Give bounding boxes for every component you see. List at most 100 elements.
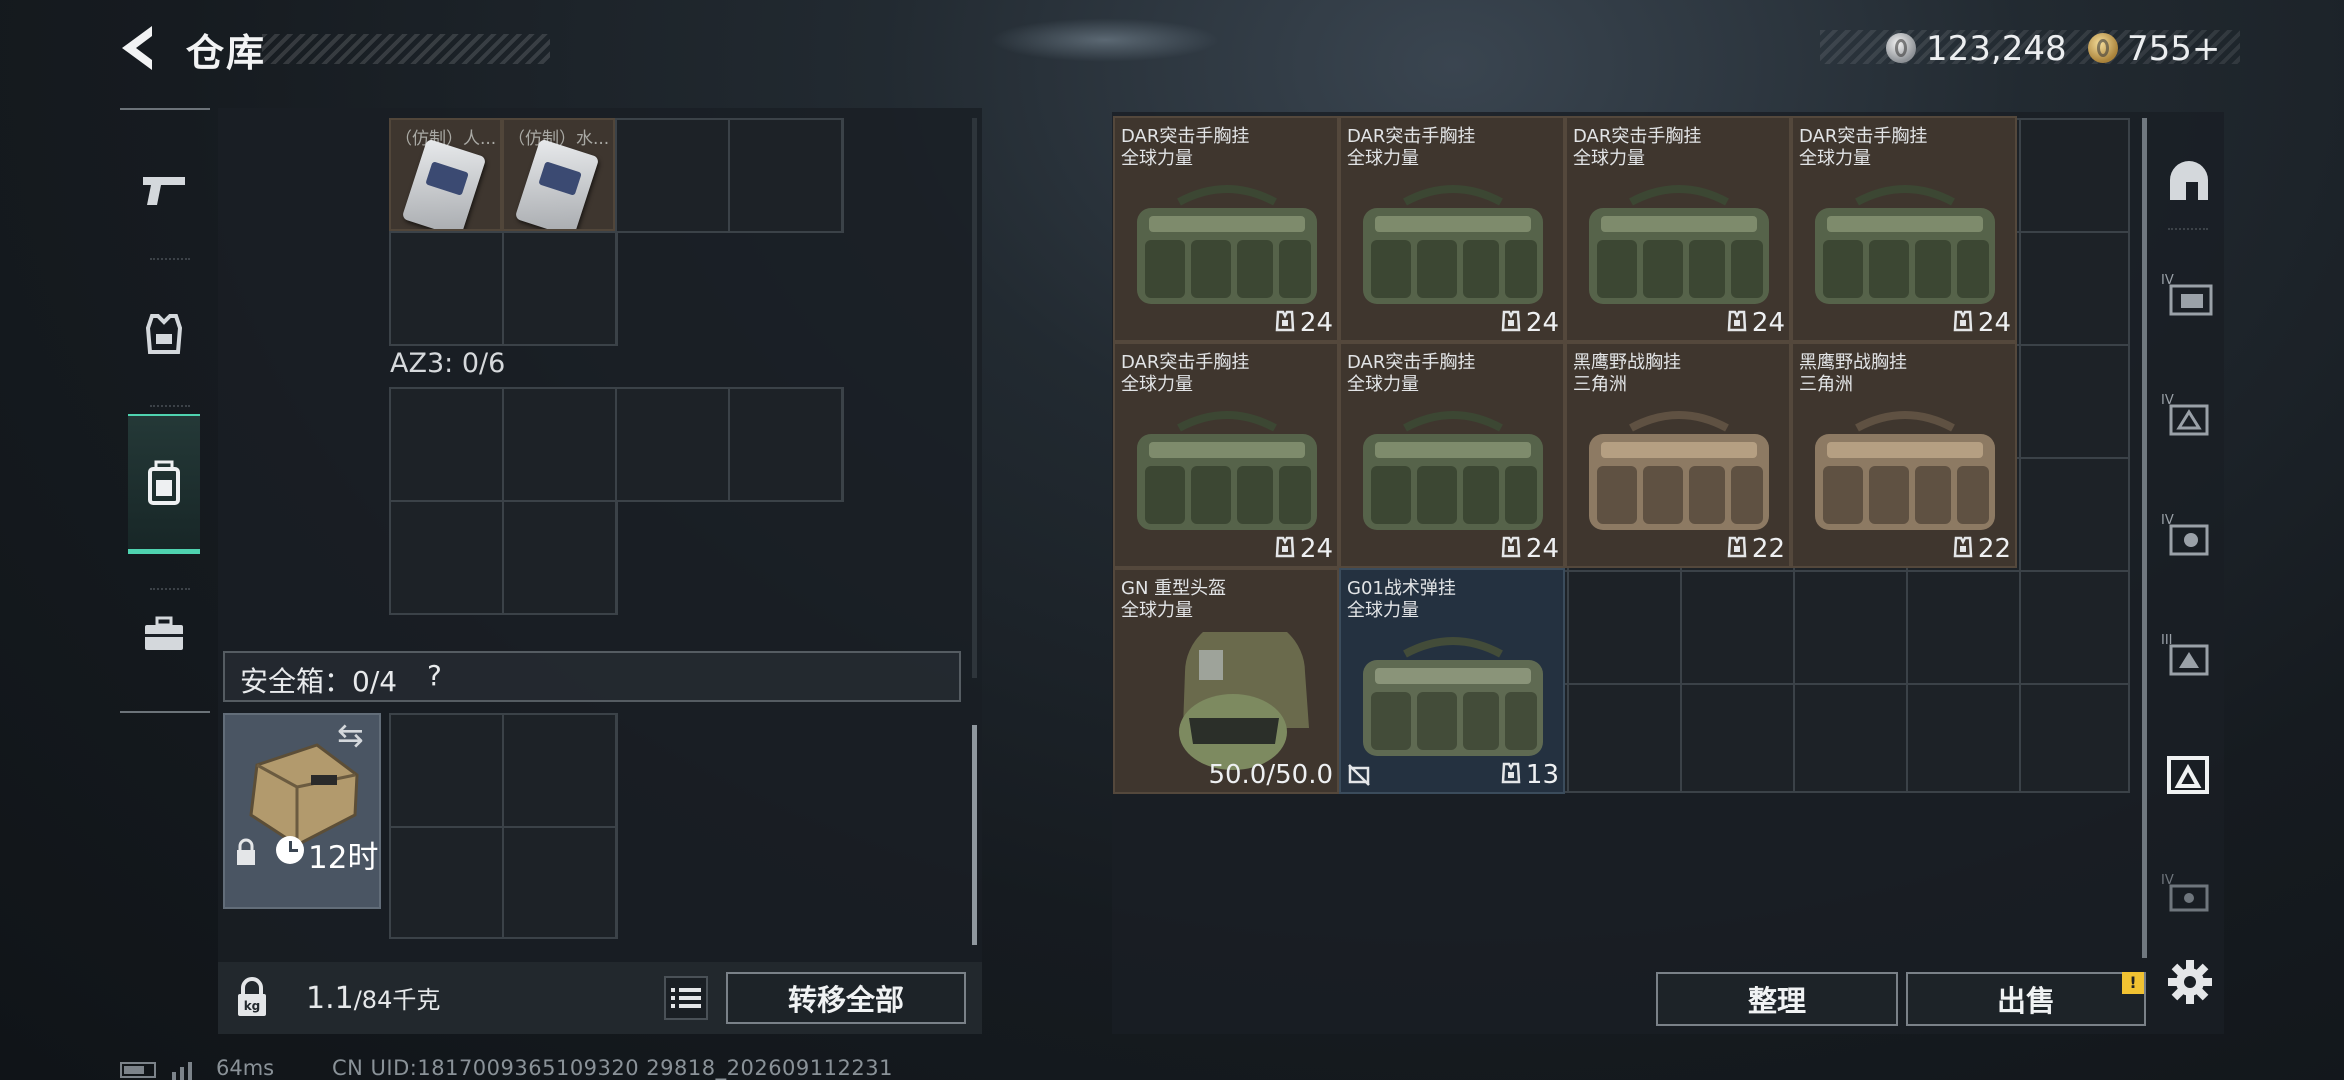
keycard-icon bbox=[514, 138, 600, 229]
chest-rig-icon bbox=[1815, 411, 1995, 530]
stash-item[interactable]: DAR突击手胸挂 全球力量 24 bbox=[1339, 116, 1565, 342]
transfer-all-button[interactable]: 转移全部 bbox=[726, 972, 966, 1024]
stash-item[interactable]: 黑鹰野战胸挂 三角洲 22 bbox=[1791, 342, 2017, 568]
filter-rig-iv[interactable]: IV bbox=[2154, 380, 2224, 450]
item-brand: 全球力量 bbox=[1347, 374, 1419, 395]
rig-selected-icon bbox=[2167, 756, 2209, 794]
item-brand: 全球力量 bbox=[1121, 600, 1193, 621]
back-chevron-icon[interactable] bbox=[112, 20, 168, 76]
page-title: 仓库 bbox=[186, 31, 267, 75]
backpack-iv-icon: IV bbox=[2161, 513, 2209, 556]
item-brand: 三角洲 bbox=[1799, 374, 1853, 395]
sort-button[interactable]: 整理 bbox=[1656, 972, 1898, 1026]
az3-grid-top[interactable] bbox=[389, 387, 844, 502]
capacity-icon bbox=[1501, 762, 1521, 784]
filter-rig-selected[interactable] bbox=[2154, 740, 2224, 810]
filter-rig-iii[interactable]: III bbox=[2154, 620, 2224, 690]
item-fake-card-2[interactable]: （仿制）水... bbox=[502, 118, 615, 231]
item-brand: 全球力量 bbox=[1573, 148, 1645, 169]
gold-coin-icon bbox=[2088, 33, 2118, 63]
silver-coin-icon bbox=[1886, 33, 1916, 63]
stash-item[interactable]: DAR突击手胸挂 全球力量 24 bbox=[1113, 116, 1339, 342]
right-scrollbar-thumb[interactable] bbox=[2142, 118, 2147, 958]
ping-readout: 64ms bbox=[216, 1056, 275, 1080]
gold-add-icon[interactable]: + bbox=[2192, 29, 2221, 69]
help-icon[interactable]: ? bbox=[427, 659, 442, 692]
item-brand: 全球力量 bbox=[1121, 148, 1193, 169]
pocket-grid-lower bbox=[389, 231, 618, 346]
nav-case[interactable] bbox=[128, 590, 200, 678]
chest-rig-icon bbox=[1589, 185, 1769, 304]
item-capacity: 13 bbox=[1525, 760, 1559, 790]
capacity-icon bbox=[1501, 310, 1521, 332]
weight-readout: 1.1/84千克 bbox=[306, 980, 440, 1016]
pistol-icon bbox=[143, 177, 185, 205]
item-capacity: 24 bbox=[1525, 534, 1559, 564]
stash-item[interactable]: DAR突击手胸挂 全球力量 24 bbox=[1339, 342, 1565, 568]
signal-icon bbox=[172, 1062, 192, 1080]
stash-item[interactable]: GN 重型头盔 全球力量 50.0/50.0 bbox=[1113, 568, 1339, 794]
filter-helmet[interactable] bbox=[2154, 146, 2224, 216]
item-brand: 全球力量 bbox=[1347, 148, 1419, 169]
weight-lock-icon[interactable]: kg bbox=[232, 976, 272, 1020]
item-capacity: 22 bbox=[1977, 534, 2011, 564]
item-capacity: 24 bbox=[1977, 308, 2011, 338]
filter-armor-iv[interactable]: IV bbox=[2154, 260, 2224, 330]
helmet-item-icon bbox=[1179, 632, 1309, 770]
weight-max: /84千克 bbox=[353, 986, 441, 1014]
az3-grid-bottom[interactable] bbox=[389, 500, 618, 615]
settings-gear-icon[interactable] bbox=[2158, 950, 2222, 1014]
nav-divider bbox=[150, 258, 190, 260]
filter-rig-iv-small[interactable]: IV bbox=[2154, 860, 2224, 930]
left-scrollbar[interactable] bbox=[972, 118, 977, 678]
capacity-icon bbox=[1727, 310, 1747, 332]
sell-button[interactable]: 出售 bbox=[1906, 972, 2146, 1026]
az3-label: AZ3: 0/6 bbox=[390, 348, 506, 379]
item-capacity: 24 bbox=[1525, 308, 1559, 338]
stash-item[interactable]: G01战术弹挂 全球力量 13 bbox=[1339, 568, 1565, 794]
item-capacity: 24 bbox=[1299, 308, 1333, 338]
safe-box-grid[interactable] bbox=[389, 713, 618, 939]
item-brand: 三角洲 bbox=[1573, 374, 1627, 395]
stash-item[interactable]: 黑鹰野战胸挂 三角洲 22 bbox=[1565, 342, 1791, 568]
clock-icon bbox=[276, 836, 304, 864]
capacity-icon bbox=[1501, 536, 1521, 558]
filter-backpack-iv[interactable]: IV bbox=[2154, 500, 2224, 570]
item-capacity: 22 bbox=[1751, 534, 1785, 564]
backpack-icon bbox=[148, 460, 180, 505]
list-view-button[interactable] bbox=[664, 976, 708, 1020]
list-icon bbox=[671, 988, 701, 1008]
nav-backpack[interactable] bbox=[128, 414, 200, 554]
chest-rig-icon bbox=[1363, 185, 1543, 304]
item-durability: 50.0/50.0 bbox=[1208, 760, 1333, 790]
capacity-icon bbox=[1275, 536, 1295, 558]
sell-warning-badge: ! bbox=[2122, 972, 2144, 994]
stash-item[interactable]: DAR突击手胸挂 全球力量 24 bbox=[1565, 116, 1791, 342]
chest-rig-icon bbox=[1137, 411, 1317, 530]
item-capacity: 24 bbox=[1751, 308, 1785, 338]
svg-text:kg: kg bbox=[244, 999, 261, 1013]
chest-rig-icon bbox=[1137, 185, 1317, 304]
capacity-icon bbox=[1275, 310, 1295, 332]
capacity-icon bbox=[1953, 310, 1973, 332]
keycard-icon bbox=[401, 138, 487, 229]
armor-iv-icon: IV bbox=[2161, 273, 2213, 316]
swap-icon[interactable]: ⇆ bbox=[337, 716, 364, 754]
chest-rig-icon bbox=[1363, 637, 1543, 756]
briefcase-icon bbox=[145, 616, 183, 650]
rig-iii-icon: III bbox=[2161, 633, 2209, 676]
item-brand: 全球力量 bbox=[1347, 600, 1419, 621]
item-brand: 全球力量 bbox=[1121, 374, 1193, 395]
chest-rig-icon bbox=[1589, 411, 1769, 530]
stash-item[interactable]: DAR突击手胸挂 全球力量 24 bbox=[1791, 116, 2017, 342]
no-repair-icon bbox=[1346, 762, 1372, 788]
capacity-icon bbox=[1727, 536, 1747, 558]
gold-amount[interactable]: 755+ bbox=[2127, 29, 2220, 69]
lock-icon bbox=[237, 838, 255, 865]
item-fake-card-1[interactable]: （仿制）人... bbox=[389, 118, 502, 231]
stash-item[interactable]: DAR突击手胸挂 全球力量 24 bbox=[1113, 342, 1339, 568]
left-scrollbar-thumb[interactable] bbox=[972, 725, 977, 945]
chest-rig-icon bbox=[1815, 185, 1995, 304]
nav-armor[interactable] bbox=[128, 290, 200, 378]
nav-weapon[interactable] bbox=[128, 146, 200, 234]
